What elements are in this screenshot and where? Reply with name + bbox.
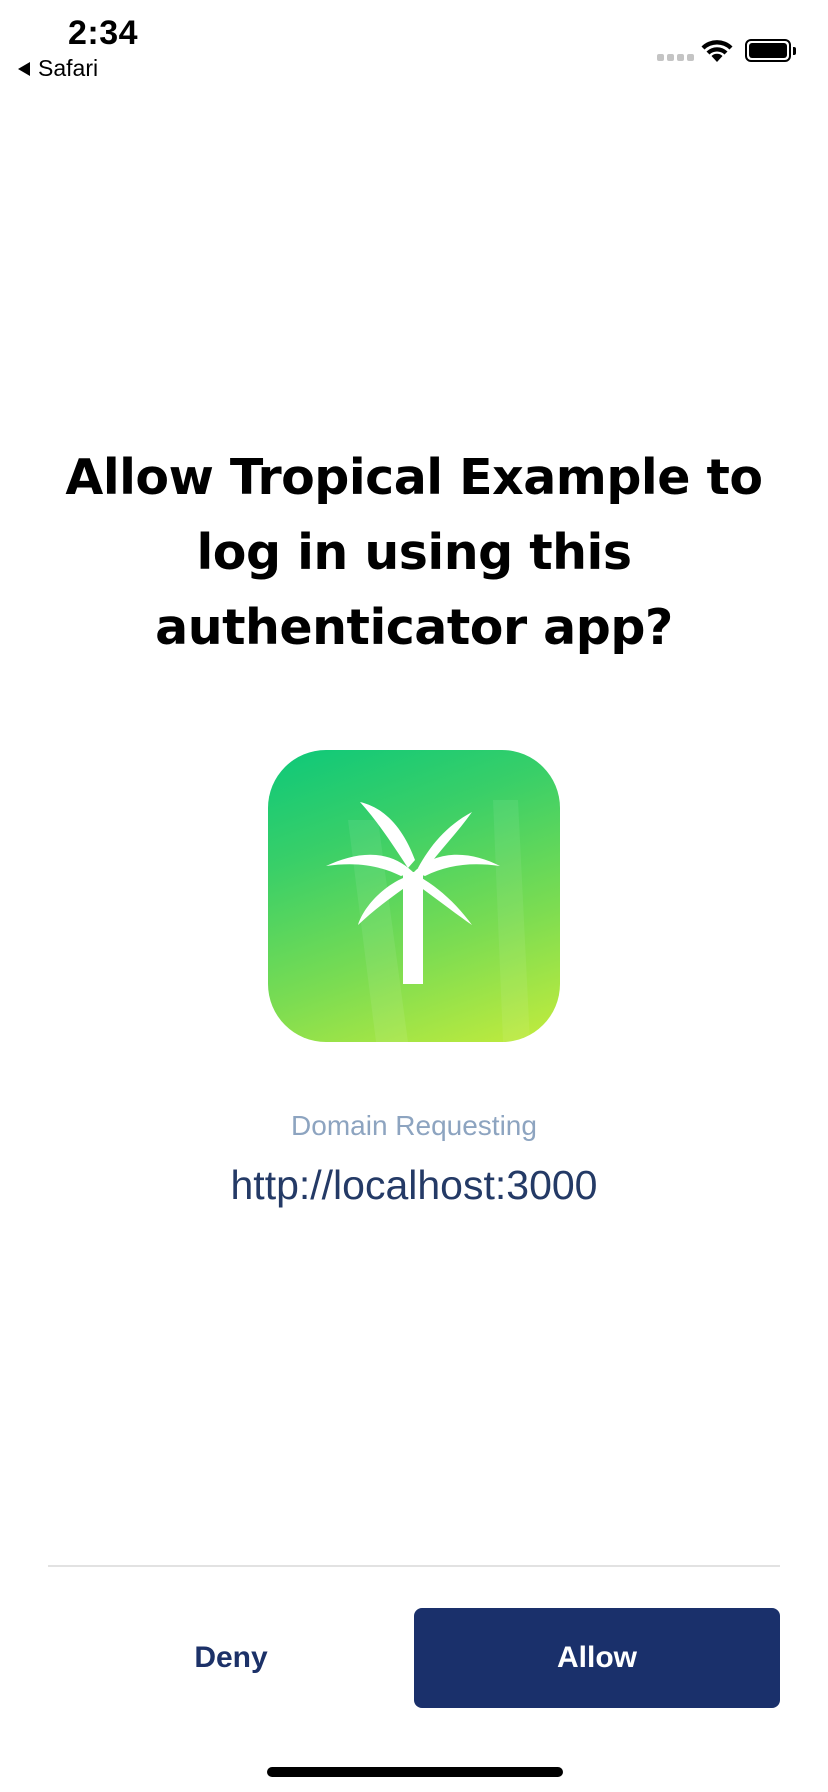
battery-icon xyxy=(745,39,791,62)
home-indicator[interactable] xyxy=(267,1767,563,1777)
allow-button[interactable]: Allow xyxy=(414,1608,780,1708)
back-to-app-button[interactable]: Safari xyxy=(18,55,98,82)
wifi-icon xyxy=(701,40,733,62)
footer-divider xyxy=(48,1565,780,1567)
page-title: Allow Tropical Example to log in using t… xyxy=(65,449,763,656)
back-arrow-icon xyxy=(18,61,30,76)
signal-dots-icon xyxy=(657,54,694,61)
domain-value: http://localhost:3000 xyxy=(230,1162,598,1208)
palm-tree-icon xyxy=(326,800,530,1042)
back-to-app-label: Safari xyxy=(38,55,99,81)
domain-label: Domain Requesting xyxy=(291,1110,537,1141)
battery-cap xyxy=(793,47,796,55)
app-icon xyxy=(268,750,560,1042)
deny-button[interactable]: Deny xyxy=(48,1608,414,1708)
status-bar: 2:34 Safari xyxy=(0,0,828,96)
status-time: 2:34 xyxy=(68,14,139,52)
